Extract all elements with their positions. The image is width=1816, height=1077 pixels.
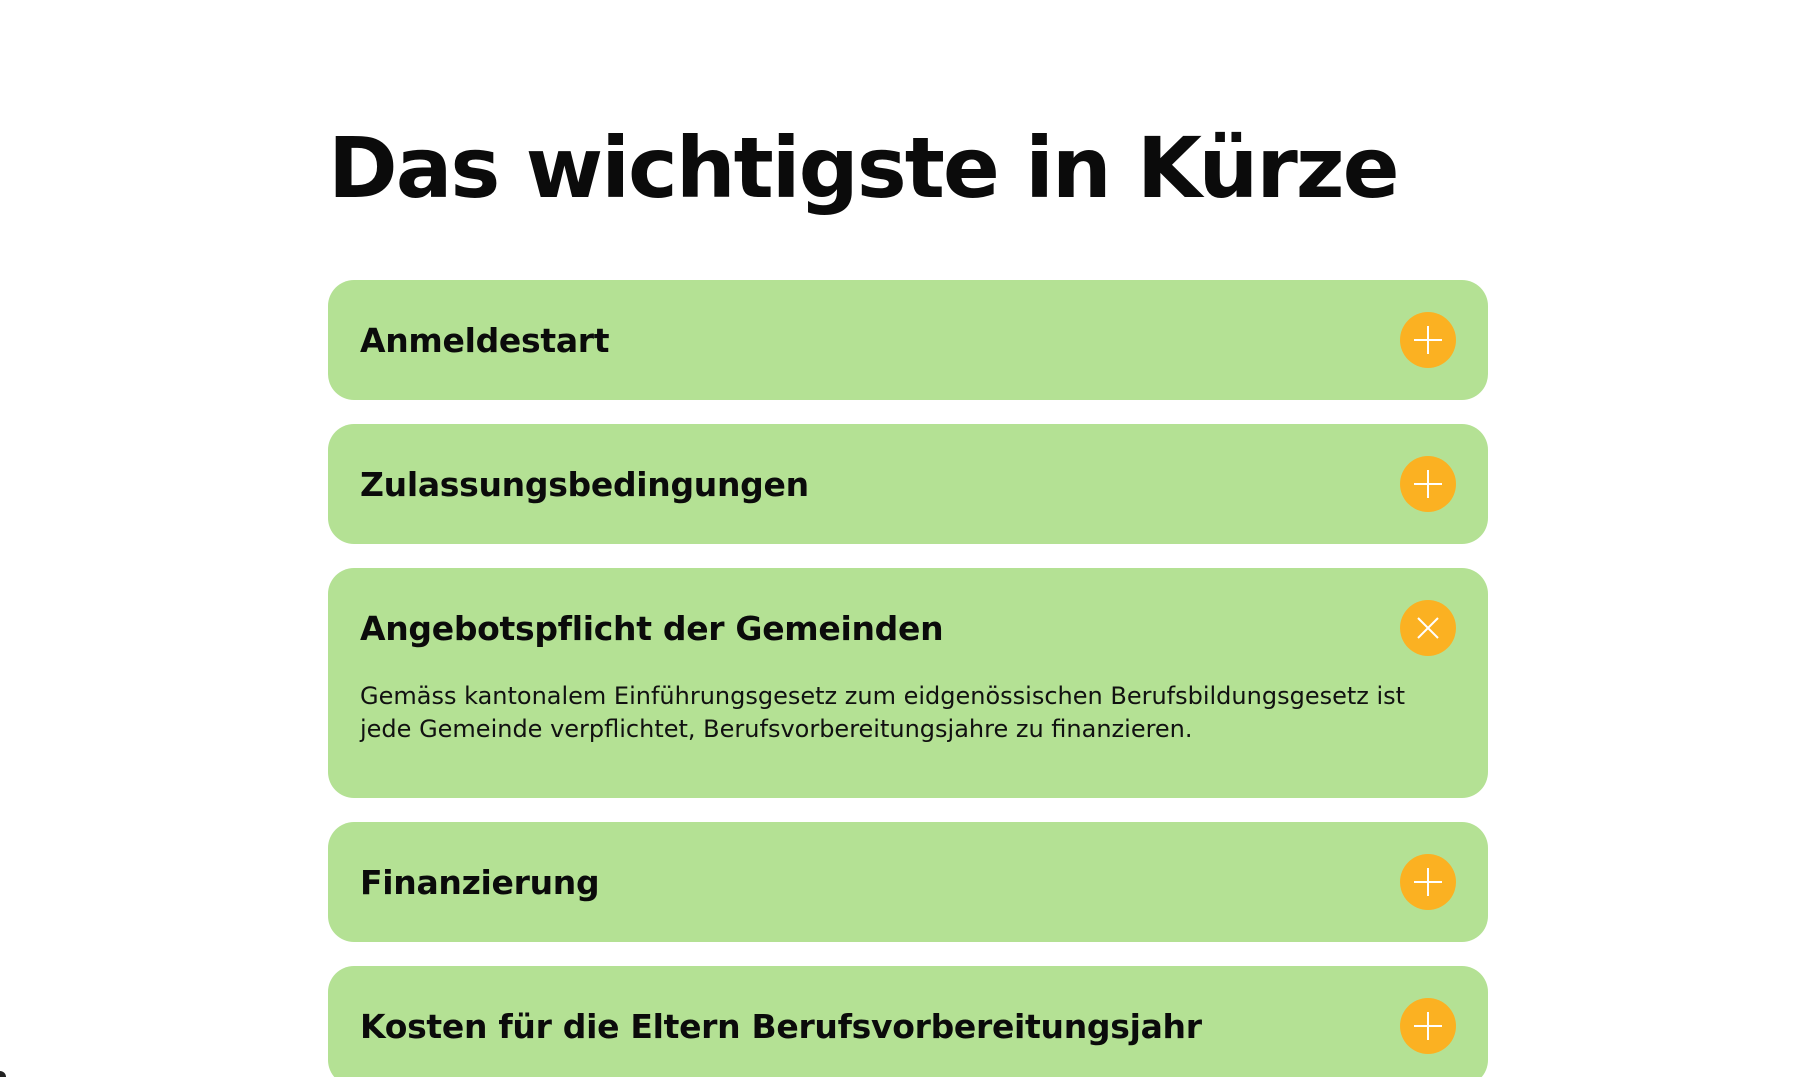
window-corner-mark — [0, 1071, 6, 1077]
accordion-header-zulassungsbedingungen[interactable]: Zulassungsbedingungen — [328, 424, 1488, 544]
accordion-title: Zulassungsbedingungen — [360, 464, 809, 504]
accordion-title: Finanzierung — [360, 862, 600, 902]
expand-button[interactable] — [1400, 854, 1456, 910]
accordion-body-line: Gemäss kantonalem Einführungsgesetz zum … — [360, 682, 1406, 710]
accordion-item-finanzierung: Finanzierung — [328, 822, 1488, 942]
accordion-item-zulassungsbedingungen: Zulassungsbedingungen — [328, 424, 1488, 544]
expand-button[interactable] — [1400, 456, 1456, 512]
page-title: Das wichtigste in Kürze — [328, 119, 1400, 217]
accordion-header-anmeldestart[interactable]: Anmeldestart — [328, 280, 1488, 400]
plus-icon — [1414, 470, 1442, 498]
accordion-body: Gemäss kantonalem Einführungsgesetz zum … — [328, 680, 1488, 798]
accordion-title: Anmeldestart — [360, 320, 610, 360]
expand-button[interactable] — [1400, 998, 1456, 1054]
accordion-body-line: jede Gemeinde verpflichtet, Berufsvorber… — [360, 715, 1193, 743]
accordion-header-kosten[interactable]: Kosten für die Eltern Berufsvorbereitung… — [328, 966, 1488, 1077]
accordion-item-anmeldestart: Anmeldestart — [328, 280, 1488, 400]
accordion-header-angebotspflicht[interactable]: Angebotspflicht der Gemeinden — [328, 568, 1488, 688]
expand-button[interactable] — [1400, 312, 1456, 368]
accordion: Anmeldestart Zulassungsbedingungen Angeb… — [328, 280, 1488, 1077]
close-icon — [1417, 617, 1439, 639]
accordion-header-finanzierung[interactable]: Finanzierung — [328, 822, 1488, 942]
plus-icon — [1414, 1012, 1442, 1040]
plus-icon — [1414, 868, 1442, 896]
accordion-title: Angebotspflicht der Gemeinden — [360, 608, 944, 648]
accordion-item-angebotspflicht: Angebotspflicht der Gemeinden Gemäss kan… — [328, 568, 1488, 798]
collapse-button[interactable] — [1400, 600, 1456, 656]
plus-icon — [1414, 326, 1442, 354]
accordion-title: Kosten für die Eltern Berufsvorbereitung… — [360, 1006, 1202, 1046]
accordion-item-kosten: Kosten für die Eltern Berufsvorbereitung… — [328, 966, 1488, 1077]
